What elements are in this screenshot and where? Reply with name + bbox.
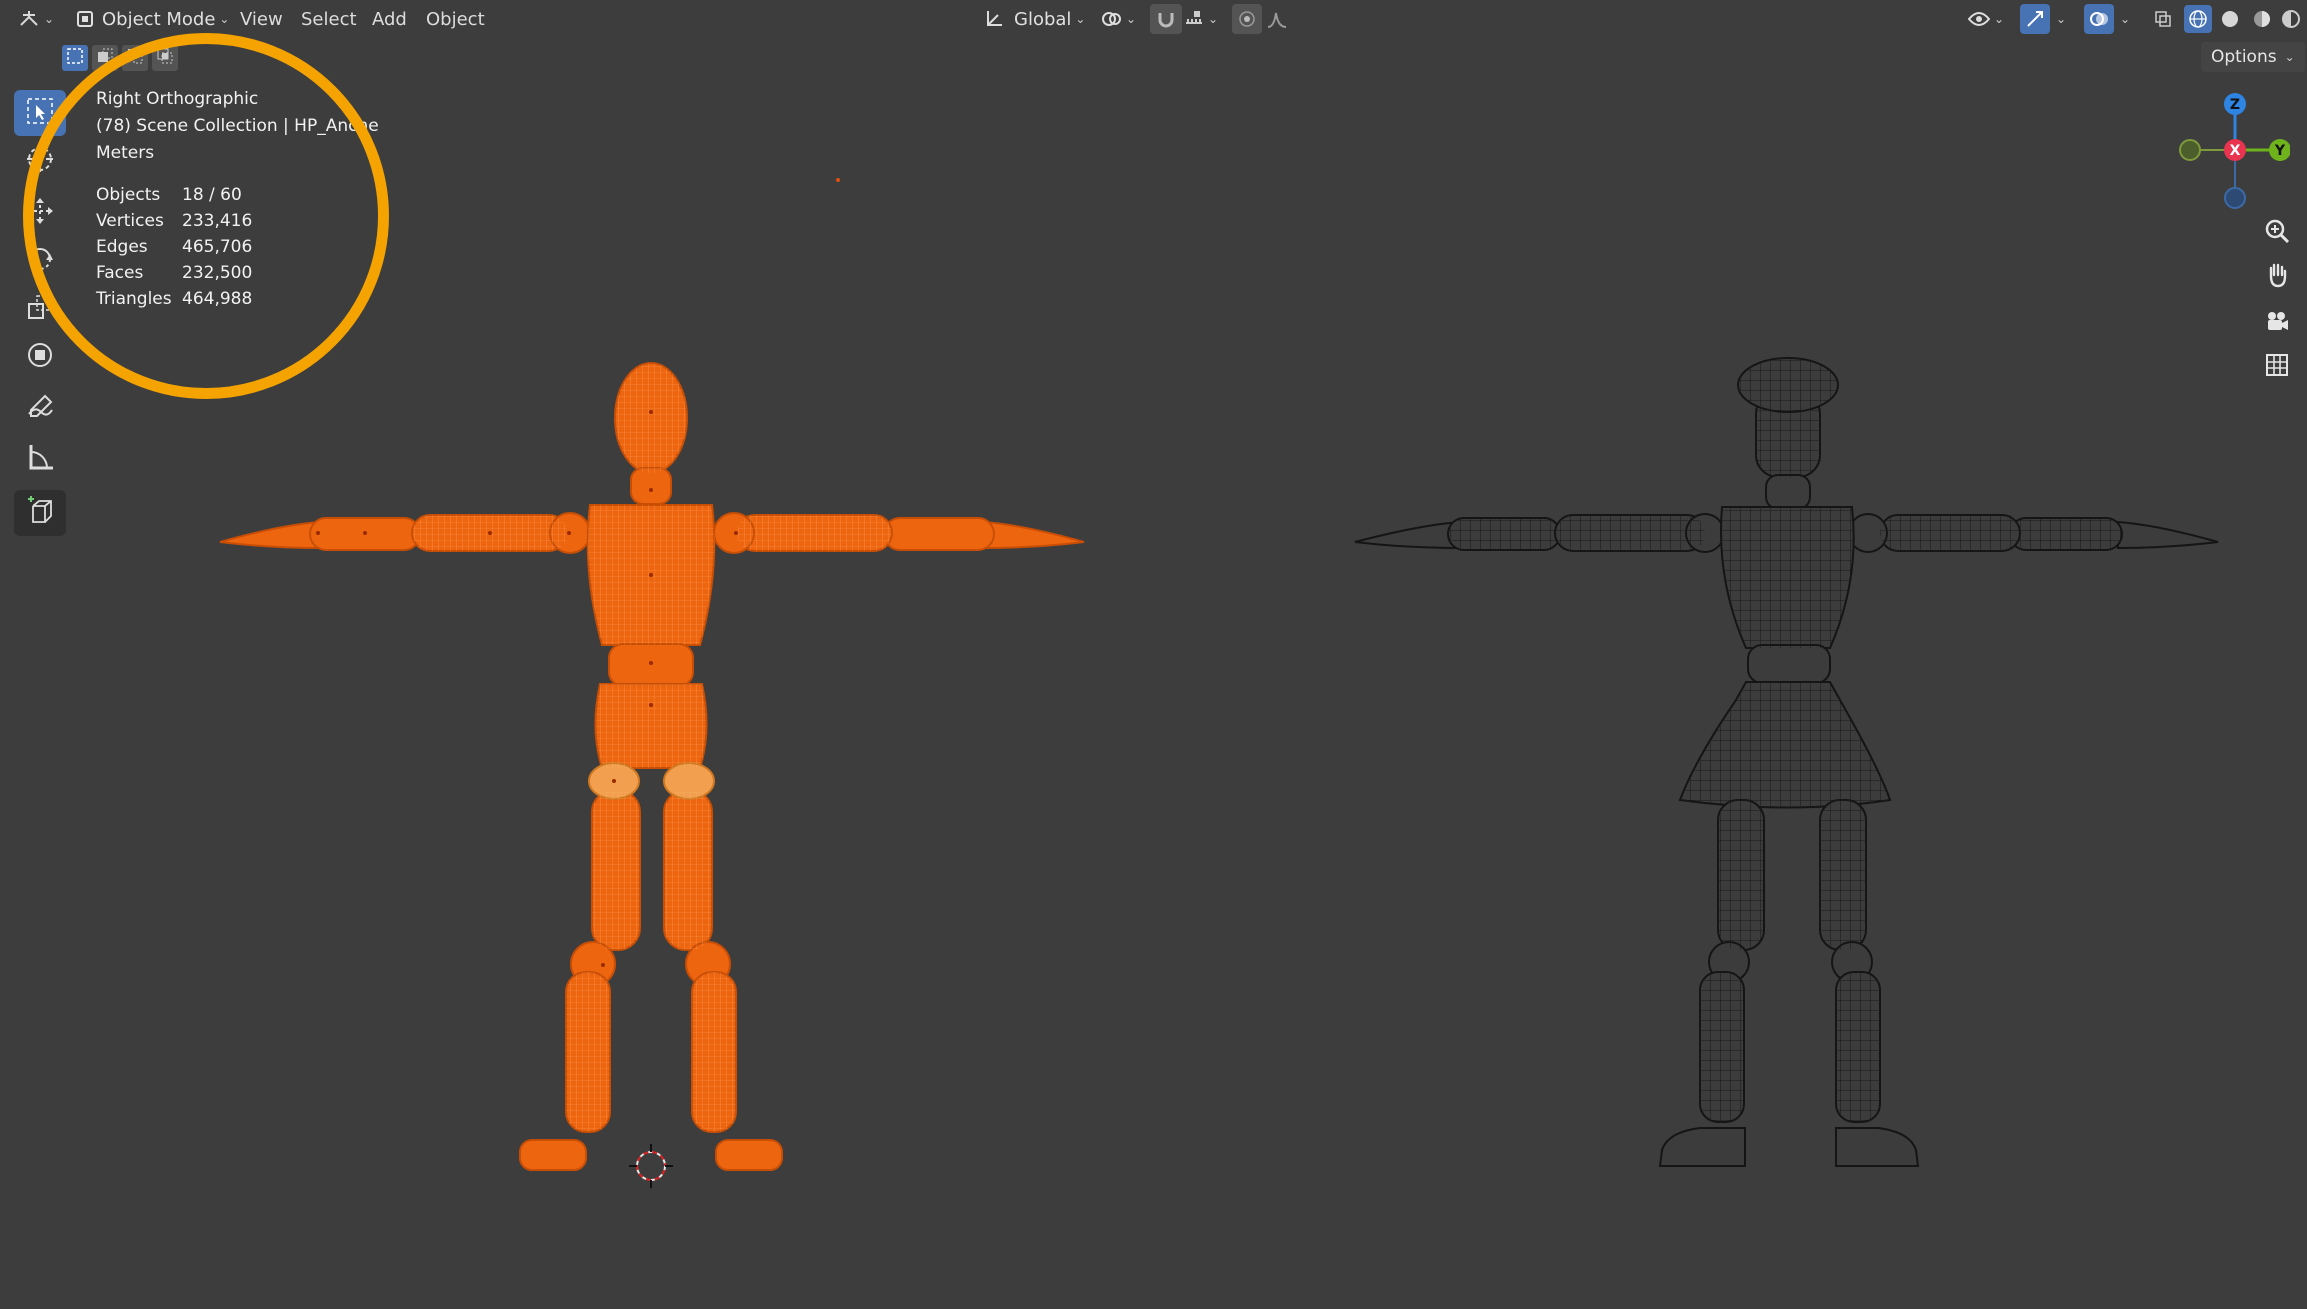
gizmo-y-label: Y [2274, 143, 2286, 159]
pivot-point-button[interactable]: ⌄ [1100, 4, 1140, 34]
zoom-icon [2264, 218, 2290, 248]
falloff-button[interactable] [1266, 4, 1306, 34]
highlight-circle [23, 33, 389, 399]
pan-button[interactable] [2256, 256, 2298, 298]
falloff-curve-icon [1266, 9, 1288, 29]
chevron-down-icon: ⌄ [1208, 12, 1219, 26]
visibility-dropdown[interactable]: ⌄ [1968, 4, 2008, 34]
menu-add[interactable]: Add [372, 4, 407, 34]
rendered-shading-icon[interactable] [2280, 5, 2302, 33]
material-shading-icon[interactable] [2248, 5, 2276, 33]
orientation-icon [984, 9, 1004, 29]
chevron-down-icon: ⌄ [2056, 12, 2067, 26]
mode-dropdown[interactable]: Object Mode ⌄ [70, 4, 235, 34]
annotate-tool[interactable] [14, 386, 66, 432]
gizmo-icon [2025, 9, 2045, 29]
zoom-button[interactable] [2256, 212, 2298, 254]
add-cube-tool[interactable] [14, 490, 66, 536]
grid-icon [2265, 353, 2289, 381]
gizmo-neg-z-axis[interactable] [2224, 187, 2246, 209]
annotate-icon [25, 392, 55, 426]
transform-orientation-dropdown[interactable]: Global ⌄ [978, 4, 1091, 34]
magnet-icon [1156, 9, 1176, 29]
gizmo-toggle[interactable] [2020, 4, 2050, 34]
shading-mode-group [2184, 4, 2304, 34]
editor-type-icon [18, 8, 40, 30]
xray-icon [2153, 9, 2173, 29]
viewport-header: ⌄ Object Mode ⌄ View Select Add Object G… [0, 0, 2307, 38]
perspective-toggle-button[interactable] [2256, 346, 2298, 388]
transform-tool[interactable] [14, 334, 66, 380]
snap-toggle[interactable] [1150, 4, 1182, 34]
chevron-down-icon: ⌄ [1126, 12, 1137, 26]
orientation-label: Global [1014, 8, 1072, 30]
overlays-toggle[interactable] [2084, 4, 2114, 34]
menu-object[interactable]: Object [426, 4, 485, 34]
unselected-mannequin[interactable] [1354, 357, 2219, 1167]
measure-tool[interactable] [14, 436, 66, 482]
menu-view[interactable]: View [240, 4, 283, 34]
3d-cursor [629, 1144, 673, 1188]
xray-toggle[interactable] [2148, 4, 2178, 34]
gizmo-dropdown[interactable]: ⌄ [2052, 4, 2070, 34]
camera-view-button[interactable] [2256, 302, 2298, 344]
object-mode-icon [76, 10, 94, 28]
navigation-gizmo[interactable]: Z Y X [2170, 88, 2290, 218]
snap-increment-icon [1184, 9, 1204, 29]
chevron-down-icon: ⌄ [1075, 12, 1086, 26]
proportional-editing-icon [1238, 10, 1256, 28]
camera-icon [2264, 308, 2290, 338]
editor-type-button[interactable]: ⌄ [18, 4, 58, 34]
chevron-down-icon: ⌄ [1994, 12, 2005, 26]
gizmo-neg-y-axis[interactable] [2179, 139, 2201, 161]
gizmo-z-label: Z [2230, 97, 2240, 113]
menu-select[interactable]: Select [301, 4, 357, 34]
overlays-dropdown[interactable]: ⌄ [2116, 4, 2134, 34]
measure-icon [25, 442, 55, 476]
overlays-icon [2089, 9, 2109, 29]
gizmo-x-label: X [2230, 143, 2241, 159]
pivot-icon [1100, 8, 1122, 30]
solid-shading-icon[interactable] [2216, 5, 2244, 33]
transform-icon [25, 340, 55, 374]
snap-target-button[interactable]: ⌄ [1184, 4, 1224, 34]
select-new-button[interactable] [62, 45, 88, 71]
chevron-down-icon: ⌄ [2120, 12, 2131, 26]
chevron-down-icon: ⌄ [219, 12, 230, 26]
options-label: Options [2211, 47, 2277, 67]
chevron-down-icon: ⌄ [2284, 50, 2295, 64]
eye-icon [1968, 11, 1990, 27]
select-new-icon [66, 47, 84, 69]
options-dropdown[interactable]: Options ⌄ [2201, 42, 2305, 72]
proportional-editing-toggle[interactable] [1232, 4, 1262, 34]
hand-icon [2264, 262, 2290, 292]
chevron-down-icon: ⌄ [44, 12, 55, 26]
add-cube-icon [25, 496, 55, 530]
mode-label: Object Mode [102, 8, 216, 30]
wireframe-shading-icon[interactable] [2184, 5, 2212, 33]
